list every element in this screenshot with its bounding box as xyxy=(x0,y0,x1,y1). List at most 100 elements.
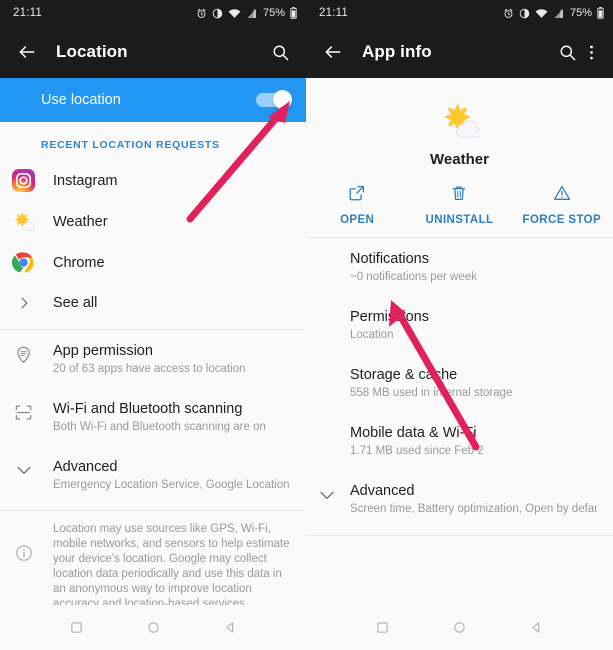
app-info-row-advanced[interactable]: Advanced Screen time, Battery optimizati… xyxy=(306,470,613,528)
signal-icon: × xyxy=(247,8,256,18)
row-subtitle: ~0 notifications per week xyxy=(350,271,477,283)
force-stop-button[interactable]: FORCE STOP xyxy=(511,184,613,226)
alarm-icon xyxy=(197,8,206,18)
row-title: Advanced xyxy=(350,483,415,499)
do-not-disturb-icon xyxy=(519,8,530,18)
circle-home-icon[interactable] xyxy=(451,619,469,637)
list-item-chrome[interactable]: Chrome xyxy=(0,242,306,283)
left-navigation-bar xyxy=(0,605,306,650)
right-status-time: 21:11 xyxy=(319,7,348,19)
square-recents-icon[interactable] xyxy=(374,619,392,637)
list-item-instagram[interactable]: Instagram xyxy=(0,160,306,201)
chrome-icon xyxy=(11,250,36,275)
scan-frame-icon xyxy=(11,400,36,422)
left-status-icons: × 75% xyxy=(196,7,297,19)
circle-home-icon[interactable] xyxy=(144,619,162,637)
right-status-icons: × 75% xyxy=(503,7,604,19)
right-status-bar: 21:11 × 75% xyxy=(306,0,613,26)
search-icon[interactable] xyxy=(553,38,581,66)
location-permission-icon xyxy=(11,342,36,364)
see-all-label: See all xyxy=(53,295,98,311)
row-subtitle: Screen time, Battery optimization, Open … xyxy=(350,503,597,515)
row-title: Mobile data & Wi-Fi xyxy=(350,425,477,441)
battery-icon xyxy=(597,7,604,19)
list-item-label: Chrome xyxy=(53,254,105,271)
use-location-label: Use location xyxy=(41,92,121,108)
row-title: Storage & cache xyxy=(350,367,458,383)
force-stop-button-label: FORCE STOP xyxy=(522,214,602,226)
wifi-icon xyxy=(535,8,548,18)
settings-row-text: App permission 20 of 63 apps have access… xyxy=(53,342,292,377)
settings-row-text: Wi-Fi and Bluetooth scanning Both Wi-Fi … xyxy=(53,400,292,435)
search-icon[interactable] xyxy=(266,38,294,66)
row-title: Permissions xyxy=(350,309,429,325)
info-icon xyxy=(11,522,36,562)
app-info-row-storage-cache[interactable]: Storage & cache 558 MB used in internal … xyxy=(306,354,613,412)
settings-row-text: Advanced Emergency Location Service, Goo… xyxy=(53,458,292,493)
app-header: Weather xyxy=(306,78,613,180)
right-phone-panel-app-info: 21:11 × 75% App info Weather OPEN UNINST… xyxy=(306,0,613,650)
triangle-back-icon[interactable] xyxy=(528,619,546,637)
row-title: Notifications xyxy=(350,251,429,267)
left-toolbar: Location xyxy=(0,26,306,78)
app-info-row-notifications[interactable]: Notifications ~0 notifications per week xyxy=(306,238,613,296)
settings-row-title: Wi-Fi and Bluetooth scanning xyxy=(53,401,243,417)
right-toolbar: App info xyxy=(306,26,613,78)
settings-row-subtitle: 20 of 63 apps have access to location xyxy=(53,363,246,375)
triangle-back-icon[interactable] xyxy=(221,619,239,637)
chevron-down-icon xyxy=(318,486,336,509)
left-phone-panel-location-settings: 21:11 × 75% Location Use location RECENT… xyxy=(0,0,306,650)
app-name: Weather xyxy=(430,151,489,168)
chevron-down-icon xyxy=(11,458,36,479)
back-arrow-icon[interactable] xyxy=(14,39,40,65)
use-location-row[interactable]: Use location xyxy=(0,78,306,122)
toggle-knob xyxy=(273,90,292,109)
list-item-label: Weather xyxy=(53,213,108,230)
app-info-row-permissions[interactable]: Permissions Location xyxy=(306,296,613,354)
weather-icon xyxy=(11,209,36,234)
weather-icon xyxy=(306,100,613,142)
left-page-title: Location xyxy=(56,42,128,61)
left-content: Use location RECENT LOCATION REQUESTS In… xyxy=(0,78,306,605)
settings-row-advanced[interactable]: Advanced Emergency Location Service, Goo… xyxy=(0,446,306,504)
row-subtitle: 558 MB used in internal storage xyxy=(350,387,513,399)
left-status-bar: 21:11 × 75% xyxy=(0,0,306,26)
right-content: Weather OPEN UNINSTALL FORCE STOP Notifi… xyxy=(306,78,613,605)
open-button[interactable]: OPEN xyxy=(306,184,408,226)
app-action-buttons: OPEN UNINSTALL FORCE STOP xyxy=(306,180,613,237)
settings-row-wifi-bluetooth-scanning[interactable]: Wi-Fi and Bluetooth scanning Both Wi-Fi … xyxy=(0,388,306,446)
settings-row-title: Advanced xyxy=(53,459,118,475)
uninstall-button-label: UNINSTALL xyxy=(425,214,494,226)
settings-row-subtitle: Emergency Location Service, Google Locat… xyxy=(53,479,292,491)
settings-row-title: App permission xyxy=(53,343,153,359)
row-subtitle: 1.71 MB used since Feb 2 xyxy=(350,445,484,457)
settings-row-subtitle: Both Wi-Fi and Bluetooth scanning are on xyxy=(53,421,266,433)
wifi-icon xyxy=(228,8,241,18)
location-info-text: Location may use sources like GPS, Wi-Fi… xyxy=(53,523,290,605)
overflow-menu-icon[interactable] xyxy=(581,38,601,66)
list-item-weather[interactable]: Weather xyxy=(0,201,306,242)
right-page-title: App info xyxy=(362,42,432,61)
list-item-label: Instagram xyxy=(53,172,118,189)
trash-icon xyxy=(450,184,468,207)
left-status-battery-percent: 75% xyxy=(262,7,285,19)
open-external-icon xyxy=(348,184,366,207)
do-not-disturb-icon xyxy=(212,8,223,18)
screenshot-root: 21:11 × 75% Location Use location RECENT… xyxy=(0,0,613,650)
warning-triangle-icon xyxy=(553,184,571,207)
uninstall-button[interactable]: UNINSTALL xyxy=(408,184,510,226)
right-navigation-bar xyxy=(306,605,613,650)
app-info-row-mobile-data-wifi[interactable]: Mobile data & Wi-Fi 1.71 MB used since F… xyxy=(306,412,613,470)
square-recents-icon[interactable] xyxy=(67,619,85,637)
instagram-icon xyxy=(11,168,36,193)
back-arrow-icon[interactable] xyxy=(320,39,346,65)
use-location-toggle[interactable] xyxy=(256,90,292,109)
alarm-icon xyxy=(504,8,513,18)
signal-icon: × xyxy=(554,8,563,18)
row-subtitle: Location xyxy=(350,329,394,341)
settings-row-app-permission[interactable]: App permission 20 of 63 apps have access… xyxy=(0,330,306,388)
battery-icon xyxy=(290,7,297,19)
recent-location-requests-header: RECENT LOCATION REQUESTS xyxy=(41,139,220,151)
see-all-row[interactable]: See all xyxy=(0,283,306,323)
right-status-battery-percent: 75% xyxy=(569,7,592,19)
